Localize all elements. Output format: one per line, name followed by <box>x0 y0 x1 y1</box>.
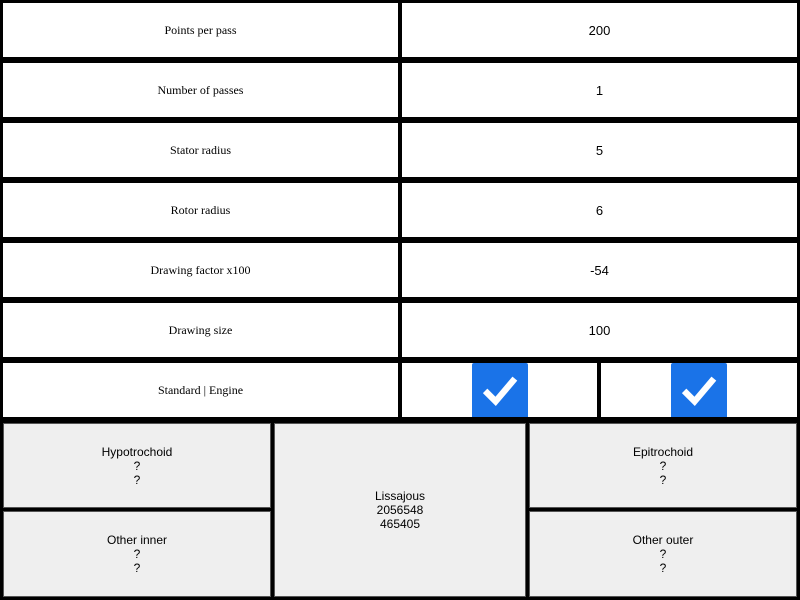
rotor-radius-label: Rotor radius <box>3 183 398 237</box>
drawing-factor-input[interactable] <box>402 243 797 297</box>
engine-checkbox[interactable] <box>671 363 727 417</box>
engine-checkbox-cell <box>601 363 797 417</box>
points-per-pass-cell <box>402 3 797 57</box>
lissajous-button[interactable]: Lissajous 2056548 465405 <box>274 423 526 597</box>
epitrochoid-value-2: ? <box>659 472 667 487</box>
row-drawing-size: Drawing size <box>0 300 800 360</box>
checkmark-icon <box>482 376 517 407</box>
other-inner-title: Other inner <box>106 533 168 547</box>
row-rotor-radius: Rotor radius <box>0 180 800 240</box>
hypotrochoid-button[interactable]: Hypotrochoid ? ? <box>3 423 271 508</box>
other-inner-value-2: ? <box>133 561 141 575</box>
number-of-passes-label: Number of passes <box>3 63 398 117</box>
hypotrochoid-value-1: ? <box>133 458 141 473</box>
hypotrochoid-title: Hypotrochoid <box>101 444 173 459</box>
points-per-pass-input[interactable] <box>402 3 797 57</box>
other-outer-button[interactable]: Other outer ? ? <box>529 511 797 597</box>
lissajous-value-2: 465405 <box>379 517 421 531</box>
other-inner-button[interactable]: Other inner ? ? <box>3 511 271 597</box>
drawing-size-cell <box>402 303 797 357</box>
checkmark-icon <box>681 376 717 407</box>
mode-label: Standard | Engine <box>3 363 398 417</box>
epitrochoid-button[interactable]: Epitrochoid ? ? <box>529 423 797 508</box>
drawing-size-input[interactable] <box>402 303 797 357</box>
drawing-factor-label: Drawing factor x100 <box>3 243 398 297</box>
stator-radius-input[interactable] <box>402 123 797 177</box>
row-points-per-pass: Points per pass <box>0 0 800 60</box>
number-of-passes-cell <box>402 63 797 117</box>
row-mode: Standard | Engine <box>0 360 800 420</box>
hypotrochoid-value-2: ? <box>133 472 141 487</box>
row-stator-radius: Stator radius <box>0 120 800 180</box>
drawing-factor-cell <box>402 243 797 297</box>
other-outer-title: Other outer <box>632 533 694 547</box>
curve-panel: Hypotrochoid ? ? Other inner ? ? Lissajo… <box>0 420 800 600</box>
row-drawing-factor: Drawing factor x100 <box>0 240 800 300</box>
drawing-size-label: Drawing size <box>3 303 398 357</box>
row-number-of-passes: Number of passes <box>0 60 800 120</box>
epitrochoid-title: Epitrochoid <box>632 444 694 459</box>
epitrochoid-value-1: ? <box>659 458 667 473</box>
stator-radius-label: Stator radius <box>3 123 398 177</box>
standard-checkbox-cell <box>402 363 597 417</box>
standard-checkbox[interactable] <box>471 363 528 417</box>
points-per-pass-label: Points per pass <box>3 3 398 57</box>
lissajous-title: Lissajous <box>374 489 426 503</box>
other-outer-value-2: ? <box>659 561 667 575</box>
other-inner-value-1: ? <box>133 547 141 561</box>
lissajous-value-1: 2056548 <box>376 503 424 517</box>
other-outer-value-1: ? <box>659 547 667 561</box>
number-of-passes-input[interactable] <box>402 63 797 117</box>
stator-radius-cell <box>402 123 797 177</box>
rotor-radius-cell <box>402 183 797 237</box>
rotor-radius-input[interactable] <box>402 183 797 237</box>
settings-frame: Points per pass Number of passes Stator … <box>0 0 800 600</box>
